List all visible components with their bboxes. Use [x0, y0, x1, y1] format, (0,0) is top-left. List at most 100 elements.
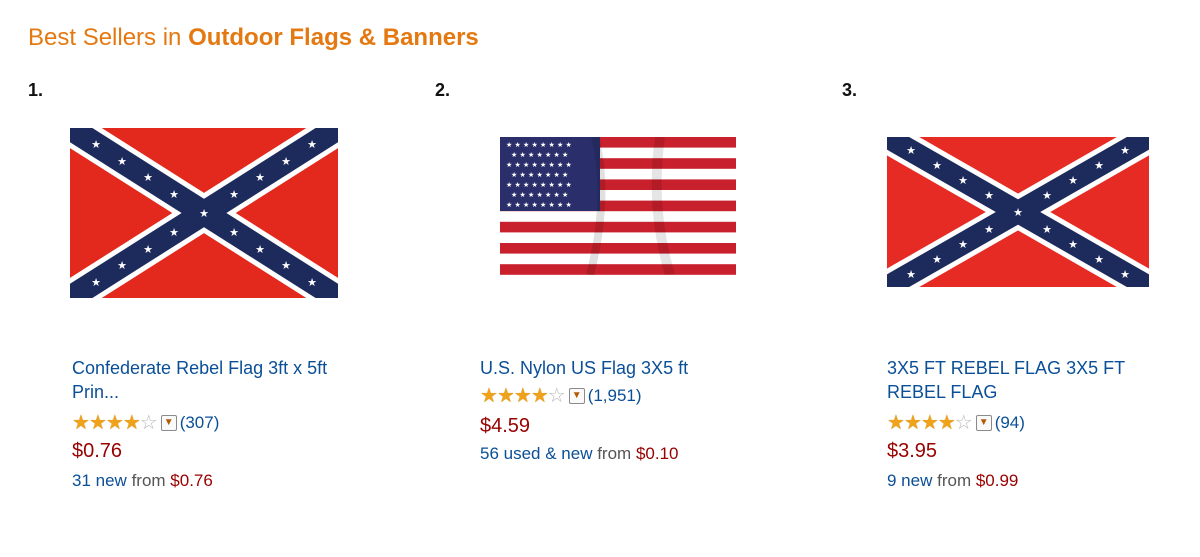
star-full-icon: ★ [937, 412, 956, 434]
star-full-icon: ★ [887, 412, 905, 434]
star-empty-icon: ☆ [139, 412, 158, 434]
offers-link[interactable]: 9 new [887, 471, 932, 490]
svg-text:★: ★ [1042, 189, 1052, 202]
svg-text:★: ★ [1094, 159, 1104, 172]
review-count-link[interactable]: (307) [180, 413, 220, 433]
rating-dropdown-button[interactable]: ▼ [568, 388, 585, 404]
star-full-icon: ★ [122, 412, 141, 434]
svg-text:★: ★ [229, 188, 239, 201]
svg-text:★: ★ [169, 226, 179, 239]
svg-text:★ ★ ★ ★ ★ ★ ★ ★: ★ ★ ★ ★ ★ ★ ★ ★ [506, 181, 572, 189]
chevron-down-icon: ▼ [978, 417, 989, 428]
rating-row: ★ ★ ★ ★ ☆ ▼ (94) [887, 412, 1025, 434]
product-title-link[interactable]: U.S. Nylon US Flag 3X5 ft [480, 356, 780, 380]
star-full-icon: ★ [513, 385, 532, 407]
header-prefix: Best Sellers in [28, 24, 182, 51]
product-price: $3.95 [887, 440, 938, 462]
header-category[interactable]: Outdoor Flags & Banners [188, 24, 479, 51]
offers-line: 9 new from $0.99 [887, 471, 1018, 491]
offers-from-label: from [131, 471, 166, 490]
svg-text:★ ★ ★ ★ ★ ★ ★ ★: ★ ★ ★ ★ ★ ★ ★ ★ [506, 161, 572, 169]
confederate-flag-image[interactable]: ★ ★ ★ ★ ★ ★ ★ ★ ★ ★ ★ ★ ★ ★ ★ ★ ★ [70, 128, 338, 298]
offers-from-label: from [597, 444, 632, 463]
chevron-down-icon: ▼ [571, 390, 582, 401]
svg-text:★: ★ [117, 155, 127, 168]
rating-row: ★ ★ ★ ★ ☆ ▼ (307) [72, 412, 219, 434]
svg-text:★: ★ [958, 238, 968, 251]
svg-text:★: ★ [932, 253, 942, 266]
svg-text:★ ★ ★ ★ ★ ★ ★ ★: ★ ★ ★ ★ ★ ★ ★ ★ [506, 201, 572, 209]
product-card-3: 3. ★ ★ ★ ★ ★ ★ ★ ★ ★ ★ ★ ★ ★ ★ ★ ★ ★ 3X5 FT REBEL FL… [842, 80, 1200, 550]
offers-price: $0.10 [635, 444, 679, 463]
svg-text:★: ★ [1094, 253, 1104, 266]
star-full-icon: ★ [105, 412, 124, 434]
svg-text:★: ★ [1013, 206, 1023, 219]
offers-from-label: from [937, 471, 972, 490]
svg-text:★: ★ [1068, 174, 1078, 187]
offers-price: $0.76 [170, 471, 213, 490]
rating-dropdown-button[interactable]: ▼ [975, 415, 992, 431]
svg-text:★: ★ [307, 276, 317, 289]
chevron-down-icon: ▼ [163, 417, 174, 428]
svg-text:★: ★ [117, 259, 127, 272]
star-full-icon: ★ [903, 412, 922, 434]
svg-text:★ ★ ★ ★ ★ ★ ★ ★: ★ ★ ★ ★ ★ ★ ★ ★ [506, 141, 572, 149]
svg-text:★: ★ [1120, 144, 1130, 157]
svg-text:★: ★ [958, 174, 968, 187]
offers-price: $0.99 [975, 471, 1019, 490]
svg-text:★: ★ [143, 171, 153, 184]
product-price: $4.59 [480, 415, 531, 437]
rank-label: 3. [842, 80, 858, 100]
star-empty-icon: ☆ [954, 412, 973, 434]
star-rating[interactable]: ★ ★ ★ ★ ☆ [480, 385, 566, 407]
page-title: Best Sellers in Outdoor Flags & Banners [28, 24, 479, 52]
svg-text:★: ★ [906, 144, 916, 157]
offers-line: 56 used & new from $0.10 [480, 444, 678, 464]
svg-text:★: ★ [143, 243, 153, 256]
star-full-icon: ★ [88, 412, 107, 434]
product-title-link[interactable]: Confederate Rebel Flag 3ft x 5ft Prin... [72, 356, 372, 404]
rating-row: ★ ★ ★ ★ ☆ ▼ (1,951) [480, 385, 642, 407]
us-flag-image[interactable]: ★ ★ ★ ★ ★ ★ ★ ★ ★ ★ ★ ★ ★ ★ ★ ★ ★ ★ ★ ★ … [500, 137, 736, 275]
svg-text:★ ★ ★ ★ ★ ★ ★: ★ ★ ★ ★ ★ ★ ★ [511, 171, 568, 179]
star-empty-icon: ☆ [547, 385, 566, 407]
svg-text:★ ★ ★ ★ ★ ★ ★: ★ ★ ★ ★ ★ ★ ★ [511, 191, 568, 199]
product-price: $0.76 [72, 440, 123, 462]
star-rating[interactable]: ★ ★ ★ ★ ☆ [72, 412, 158, 434]
confederate-flag-image[interactable]: ★ ★ ★ ★ ★ ★ ★ ★ ★ ★ ★ ★ ★ ★ ★ ★ ★ [887, 137, 1149, 287]
svg-text:★ ★ ★ ★ ★ ★ ★: ★ ★ ★ ★ ★ ★ ★ [511, 151, 568, 159]
star-full-icon: ★ [72, 412, 90, 434]
svg-text:★: ★ [984, 189, 994, 202]
svg-text:★: ★ [281, 259, 291, 272]
rating-dropdown-button[interactable]: ▼ [160, 415, 177, 431]
svg-text:★: ★ [255, 171, 265, 184]
svg-text:★: ★ [984, 223, 994, 236]
star-full-icon: ★ [920, 412, 939, 434]
review-count-link[interactable]: (1,951) [588, 386, 642, 406]
svg-text:★: ★ [1068, 238, 1078, 251]
star-full-icon: ★ [530, 385, 549, 407]
svg-text:★: ★ [906, 268, 916, 281]
star-full-icon: ★ [496, 385, 515, 407]
product-card-1: 1. ★ ★ ★ ★ ★ ★ ★ ★ ★ ★ ★ ★ ★ ★ ★ ★ ★ Confederate Reb… [28, 80, 408, 550]
svg-text:★: ★ [169, 188, 179, 201]
svg-text:★: ★ [229, 226, 239, 239]
svg-text:★: ★ [1042, 223, 1052, 236]
svg-text:★: ★ [199, 207, 209, 220]
svg-text:★: ★ [255, 243, 265, 256]
product-card-2: 2. ★ ★ ★ ★ ★ ★ ★ ★ ★ ★ ★ ★ ★ ★ ★ ★ ★ ★ ★… [435, 80, 815, 550]
offers-line: 31 new from $0.76 [72, 471, 213, 491]
star-rating[interactable]: ★ ★ ★ ★ ☆ [887, 412, 973, 434]
star-full-icon: ★ [480, 385, 498, 407]
svg-text:★: ★ [91, 138, 101, 151]
rank-label: 1. [28, 80, 44, 100]
rank-label: 2. [435, 80, 451, 100]
offers-link[interactable]: 31 new [72, 471, 127, 490]
product-title-link[interactable]: 3X5 FT REBEL FLAG 3X5 FT REBEL FLAG [887, 356, 1147, 404]
svg-text:★: ★ [281, 155, 291, 168]
svg-text:★: ★ [1120, 268, 1130, 281]
svg-text:★: ★ [307, 138, 317, 151]
review-count-link[interactable]: (94) [995, 413, 1025, 433]
svg-text:★: ★ [91, 276, 101, 289]
offers-link[interactable]: 56 used & new [480, 444, 592, 463]
